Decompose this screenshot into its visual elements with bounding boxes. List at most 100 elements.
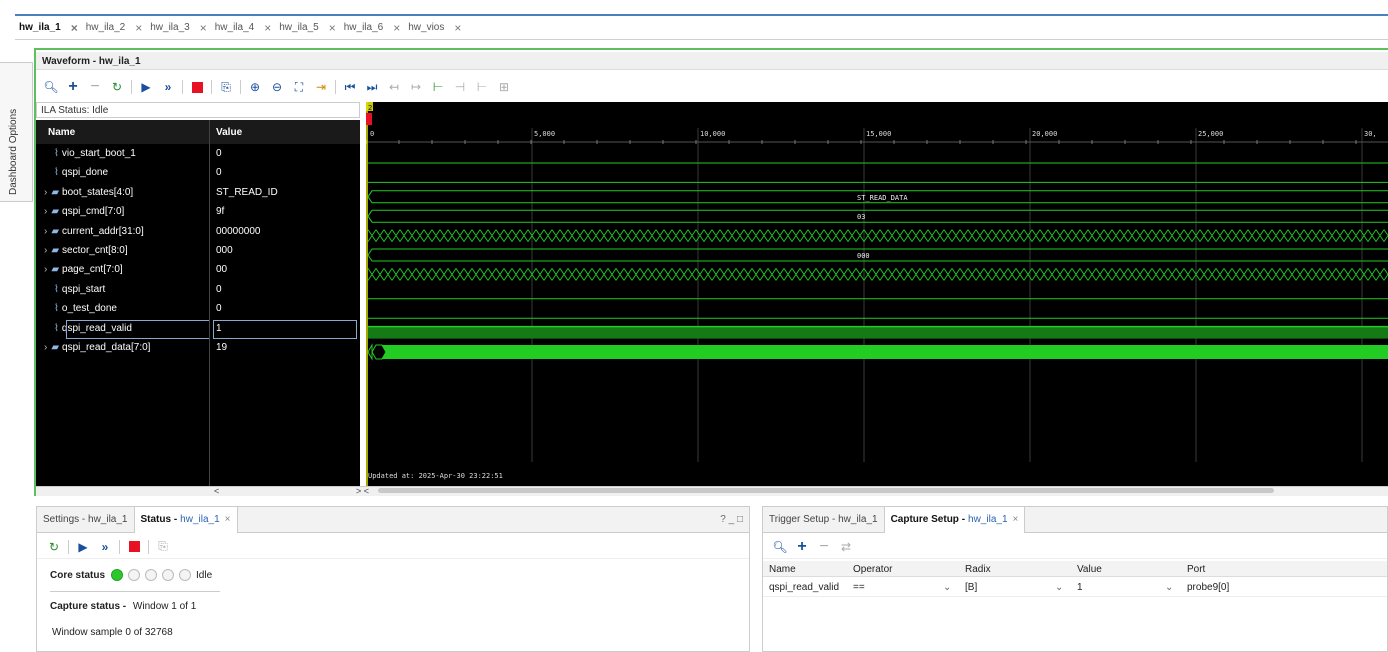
chevron-down-icon[interactable]: ⌄ [1165,582,1173,593]
close-icon[interactable]: × [329,21,336,35]
next-transition-icon[interactable]: ↦ [406,77,426,97]
chevron-right-icon[interactable]: › [44,187,47,198]
tab-hw-ila-2[interactable]: hw_ila_2 × [82,17,147,39]
divider [50,591,220,592]
tab-hw-ila-1[interactable]: hw_ila_1 × [15,17,82,39]
waveform-area[interactable]: 0 5,000 10,000 15,000 20,000 25,000 30, 2 ST_REA… [365,102,1388,486]
column-value-header[interactable]: Value [216,127,242,138]
previous-marker-icon[interactable]: ⊣ [450,77,470,97]
swap-cursors-icon[interactable]: ⊞ [494,77,514,97]
zoom-out-icon[interactable]: ⊖ [267,77,287,97]
signal-icon: ⌇ [54,322,59,334]
bus-icon: ▰ [51,264,60,276]
chevron-right-icon[interactable]: › [44,226,47,237]
status-light-icon [162,569,175,581]
table-row[interactable]: qspi_read_valid == ⌄ [B] ⌄ 1 ⌄ probe9[0] [763,579,1387,597]
zoom-in-icon[interactable]: ⊕ [245,77,265,97]
signal-icon: ⌇ [54,303,59,315]
go-to-end-icon[interactable]: ⏭ [362,77,382,97]
tab-hw-vios[interactable]: hw_vios × [404,17,465,39]
search-icon[interactable]: 🔍︎ [770,537,790,557]
marker-label: 2 [368,104,372,112]
column-header[interactable]: Operator [853,564,892,575]
go-to-start-icon[interactable]: ⏮ [340,77,360,97]
remove-icon[interactable]: − [814,537,834,557]
close-icon[interactable]: × [454,21,461,35]
core-status-value: Idle [196,569,213,581]
operator-select[interactable]: == [853,582,865,593]
signal-row[interactable]: › ▰ qspi_cmd[7:0] 9f [36,203,360,222]
signal-list-header: Name Value [36,120,360,144]
signal-row[interactable]: › ▰ qspi_read_data[7:0] 19 [36,339,360,358]
search-icon[interactable]: 🔍︎ [41,77,61,97]
close-icon[interactable]: × [1013,514,1019,525]
scroll-thumb[interactable] [378,488,1274,493]
signal-row[interactable]: ⌇ qspi_read_valid 1 [36,319,360,339]
chevron-down-icon[interactable]: ⌄ [1055,582,1063,593]
signal-row[interactable]: ⌇ vio_start_boot_1 0 [36,145,360,164]
chevron-right-icon[interactable]: › [44,342,47,353]
auto-trigger-icon[interactable]: ↻ [107,77,127,97]
scroll-left-icon[interactable]: < [214,486,219,496]
chevron-right-icon[interactable]: › [44,206,47,217]
signal-name: › ▰ boot_states[4:0] [44,187,133,198]
horizontal-scrollbar[interactable]: < > < [36,486,1388,496]
value-select[interactable]: 1 [1077,582,1083,593]
tab-hw-ila-3[interactable]: hw_ila_3 × [146,17,211,39]
export-icon[interactable]: ⎘ [216,77,236,97]
scroll-right-icon[interactable]: > < [356,486,369,496]
tab-capture-setup[interactable]: Capture Setup - hw_ila_1 × [883,506,1026,533]
signal-row[interactable]: › ▰ page_cnt[7:0] 00 [36,261,360,280]
close-icon[interactable]: × [200,21,207,35]
zoom-fit-icon[interactable]: ⛶ [289,77,309,97]
signal-row[interactable]: ⌇ qspi_done 0 [36,164,360,183]
add-icon[interactable]: + [792,537,812,557]
previous-transition-icon[interactable]: ↤ [384,77,404,97]
tab-status[interactable]: Status - hw_ila_1 × [133,506,238,533]
waveform-canvas[interactable]: 0 5,000 10,000 15,000 20,000 25,000 30, 2 ST_REA… [365,102,1388,486]
column-name-header[interactable]: Name [48,127,75,138]
chevron-down-icon[interactable]: ⌄ [943,582,951,593]
stop-icon[interactable] [124,537,144,557]
column-header[interactable]: Radix [965,564,991,575]
go-to-cursor-icon[interactable]: ⇥ [311,77,331,97]
run-trigger-icon[interactable]: ▶ [136,77,156,97]
run-trigger-icon[interactable]: ▶ [73,537,93,557]
signal-row[interactable]: ⌇ qspi_start 0 [36,281,360,300]
signal-row[interactable]: › ▰ current_addr[31:0] 00000000 [36,223,360,242]
copy-icon[interactable]: ⎘ [153,537,173,557]
remove-icon[interactable]: − [85,77,105,97]
signal-name-text: current_addr[31:0] [62,225,144,237]
trigger-immediate-icon[interactable]: » [95,537,115,557]
stop-icon[interactable] [187,77,207,97]
window-controls[interactable]: ? _ □ [720,514,743,525]
tab-settings[interactable]: Settings - hw_ila_1 [37,507,134,533]
chevron-right-icon[interactable]: › [44,245,47,256]
add-marker-icon[interactable]: ⊢ [428,77,448,97]
close-icon[interactable]: × [71,21,78,35]
close-icon[interactable]: × [225,514,231,525]
tab-hw-ila-4[interactable]: hw_ila_4 × [211,17,276,39]
add-icon[interactable]: + [63,77,83,97]
next-marker-icon[interactable]: ⊢ [472,77,492,97]
close-icon[interactable]: × [393,21,400,35]
radix-select[interactable]: [B] [965,582,977,593]
tab-hw-ila-6[interactable]: hw_ila_6 × [340,17,405,39]
tab-hw-ila-5[interactable]: hw_ila_5 × [275,17,340,39]
close-icon[interactable]: × [135,21,142,35]
tab-trigger-setup[interactable]: Trigger Setup - hw_ila_1 [763,507,884,533]
chevron-right-icon[interactable]: › [44,264,47,275]
bus-wave-toggling [367,268,1388,281]
column-divider[interactable] [209,120,210,486]
auto-trigger-icon[interactable]: ↻ [44,537,64,557]
signal-row[interactable]: › ▰ sector_cnt[8:0] 000 [36,242,360,261]
column-header[interactable]: Name [769,564,796,575]
probe-settings-icon[interactable]: ⇄ [836,537,856,557]
close-icon[interactable]: × [264,21,271,35]
signal-row[interactable]: ⌇ o_test_done 0 [36,300,360,319]
column-header[interactable]: Value [1077,564,1102,575]
column-header[interactable]: Port [1187,564,1205,575]
dashboard-options-sidebar[interactable]: Dashboard Options [0,62,33,202]
trigger-immediate-icon[interactable]: » [158,77,178,97]
signal-row[interactable]: › ▰ boot_states[4:0] ST_READ_ID [36,184,360,203]
